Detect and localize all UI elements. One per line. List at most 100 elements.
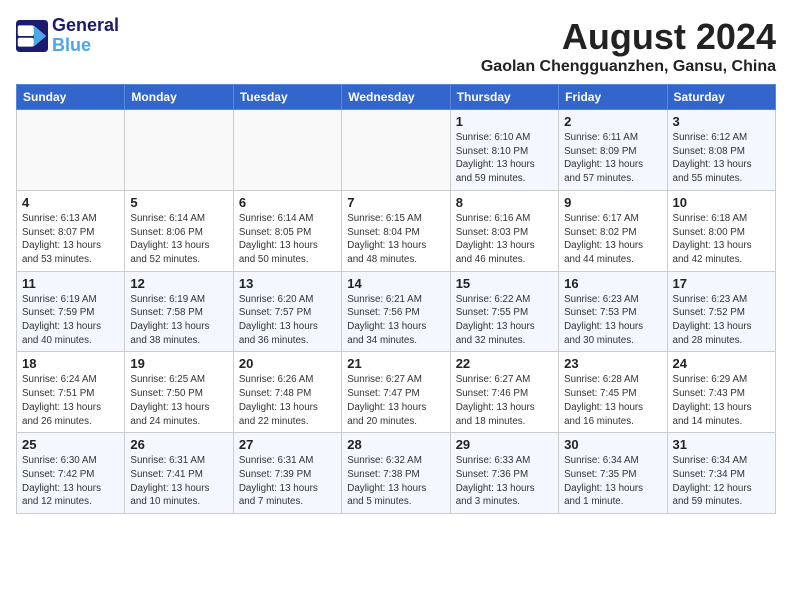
day-of-week-friday: Friday: [559, 85, 667, 110]
day-of-week-wednesday: Wednesday: [342, 85, 450, 110]
day-number: 1: [456, 114, 553, 129]
logo-line1: General: [52, 16, 119, 36]
calendar-cell: 27 Sunrise: 6:31 AM Sunset: 7:39 PM Dayli…: [233, 433, 341, 514]
day-detail: Sunrise: 6:23 AM Sunset: 7:52 PM Dayligh…: [673, 293, 770, 348]
day-detail: Sunrise: 6:27 AM Sunset: 7:46 PM Dayligh…: [456, 373, 553, 428]
day-detail: Sunrise: 6:19 AM Sunset: 7:58 PM Dayligh…: [130, 293, 227, 348]
day-detail: Sunrise: 6:32 AM Sunset: 7:38 PM Dayligh…: [347, 454, 444, 509]
week-row-4: 18 Sunrise: 6:24 AM Sunset: 7:51 PM Dayli…: [17, 352, 776, 433]
day-number: 13: [239, 276, 336, 291]
day-number: 12: [130, 276, 227, 291]
day-number: 24: [673, 356, 770, 371]
day-number: 3: [673, 114, 770, 129]
calendar-table: SundayMondayTuesdayWednesdayThursdayFrid…: [16, 84, 776, 514]
day-detail: Sunrise: 6:24 AM Sunset: 7:51 PM Dayligh…: [22, 373, 119, 428]
day-number: 28: [347, 437, 444, 452]
day-number: 26: [130, 437, 227, 452]
calendar-cell: 31 Sunrise: 6:34 AM Sunset: 7:34 PM Dayli…: [667, 433, 775, 514]
day-number: 17: [673, 276, 770, 291]
day-number: 6: [239, 195, 336, 210]
day-of-week-thursday: Thursday: [450, 85, 558, 110]
day-detail: Sunrise: 6:29 AM Sunset: 7:43 PM Dayligh…: [673, 373, 770, 428]
day-detail: Sunrise: 6:31 AM Sunset: 7:41 PM Dayligh…: [130, 454, 227, 509]
calendar-cell: 9Sunrise: 6:17 AM Sunset: 8:02 PM Daylig…: [559, 190, 667, 271]
day-detail: Sunrise: 6:34 AM Sunset: 7:34 PM Dayligh…: [673, 454, 770, 509]
day-detail: Sunrise: 6:31 AM Sunset: 7:39 PM Dayligh…: [239, 454, 336, 509]
day-detail: Sunrise: 6:12 AM Sunset: 8:08 PM Dayligh…: [673, 131, 770, 186]
day-detail: Sunrise: 6:22 AM Sunset: 7:55 PM Dayligh…: [456, 293, 553, 348]
day-number: 22: [456, 356, 553, 371]
logo-line2: Blue: [52, 36, 119, 56]
day-number: 20: [239, 356, 336, 371]
day-detail: Sunrise: 6:10 AM Sunset: 8:10 PM Dayligh…: [456, 131, 553, 186]
week-row-1: 1 Sunrise: 6:10 AM Sunset: 8:10 PM Daylig…: [17, 110, 776, 191]
calendar-cell: 18 Sunrise: 6:24 AM Sunset: 7:51 PM Dayli…: [17, 352, 125, 433]
calendar-cell: 28 Sunrise: 6:32 AM Sunset: 7:38 PM Dayli…: [342, 433, 450, 514]
day-number: 29: [456, 437, 553, 452]
logo-text: General Blue: [52, 16, 119, 56]
calendar-cell: 13Sunrise: 6:20 AM Sunset: 7:57 PM Dayli…: [233, 271, 341, 352]
calendar-cell: 22 Sunrise: 6:27 AM Sunset: 7:46 PM Dayli…: [450, 352, 558, 433]
day-number: 15: [456, 276, 553, 291]
calendar-cell: [17, 110, 125, 191]
calendar-cell: [342, 110, 450, 191]
week-row-2: 4Sunrise: 6:13 AM Sunset: 8:07 PM Daylig…: [17, 190, 776, 271]
calendar-cell: 25Sunrise: 6:30 AM Sunset: 7:42 PM Dayli…: [17, 433, 125, 514]
month-title: August 2024: [481, 16, 776, 58]
calendar-cell: 23 Sunrise: 6:28 AM Sunset: 7:45 PM Dayli…: [559, 352, 667, 433]
day-number: 16: [564, 276, 661, 291]
day-number: 31: [673, 437, 770, 452]
calendar-cell: 5 Sunrise: 6:14 AM Sunset: 8:06 PM Daylig…: [125, 190, 233, 271]
calendar-cell: 10Sunrise: 6:18 AM Sunset: 8:00 PM Dayli…: [667, 190, 775, 271]
calendar-cell: 14 Sunrise: 6:21 AM Sunset: 7:56 PM Dayli…: [342, 271, 450, 352]
day-detail: Sunrise: 6:33 AM Sunset: 7:36 PM Dayligh…: [456, 454, 553, 509]
day-number: 19: [130, 356, 227, 371]
calendar-cell: 7Sunrise: 6:15 AM Sunset: 8:04 PM Daylig…: [342, 190, 450, 271]
day-number: 25: [22, 437, 119, 452]
calendar-body: 1 Sunrise: 6:10 AM Sunset: 8:10 PM Daylig…: [17, 110, 776, 514]
day-detail: Sunrise: 6:23 AM Sunset: 7:53 PM Dayligh…: [564, 293, 661, 348]
calendar-cell: 6 Sunrise: 6:14 AM Sunset: 8:05 PM Daylig…: [233, 190, 341, 271]
calendar-cell: 11 Sunrise: 6:19 AM Sunset: 7:59 PM Dayli…: [17, 271, 125, 352]
day-detail: Sunrise: 6:34 AM Sunset: 7:35 PM Dayligh…: [564, 454, 661, 509]
day-detail: Sunrise: 6:27 AM Sunset: 7:47 PM Dayligh…: [347, 373, 444, 428]
calendar-cell: 15 Sunrise: 6:22 AM Sunset: 7:55 PM Dayli…: [450, 271, 558, 352]
week-row-3: 11 Sunrise: 6:19 AM Sunset: 7:59 PM Dayli…: [17, 271, 776, 352]
day-detail: Sunrise: 6:14 AM Sunset: 8:06 PM Dayligh…: [130, 212, 227, 267]
calendar-cell: 16 Sunrise: 6:23 AM Sunset: 7:53 PM Dayli…: [559, 271, 667, 352]
calendar-cell: 2 Sunrise: 6:11 AM Sunset: 8:09 PM Daylig…: [559, 110, 667, 191]
calendar-cell: 12 Sunrise: 6:19 AM Sunset: 7:58 PM Dayli…: [125, 271, 233, 352]
title-area: August 2024 Gaolan Chengguanzhen, Gansu,…: [481, 16, 776, 76]
calendar-cell: 29 Sunrise: 6:33 AM Sunset: 7:36 PM Dayli…: [450, 433, 558, 514]
day-detail: Sunrise: 6:13 AM Sunset: 8:07 PM Dayligh…: [22, 212, 119, 267]
day-detail: Sunrise: 6:28 AM Sunset: 7:45 PM Dayligh…: [564, 373, 661, 428]
day-number: 10: [673, 195, 770, 210]
day-number: 11: [22, 276, 119, 291]
day-detail: Sunrise: 6:25 AM Sunset: 7:50 PM Dayligh…: [130, 373, 227, 428]
day-detail: Sunrise: 6:26 AM Sunset: 7:48 PM Dayligh…: [239, 373, 336, 428]
day-of-week-monday: Monday: [125, 85, 233, 110]
day-number: 30: [564, 437, 661, 452]
day-number: 23: [564, 356, 661, 371]
calendar-cell: 3 Sunrise: 6:12 AM Sunset: 8:08 PM Daylig…: [667, 110, 775, 191]
calendar-cell: 17 Sunrise: 6:23 AM Sunset: 7:52 PM Dayli…: [667, 271, 775, 352]
calendar-cell: 8Sunrise: 6:16 AM Sunset: 8:03 PM Daylig…: [450, 190, 558, 271]
day-number: 14: [347, 276, 444, 291]
day-number: 5: [130, 195, 227, 210]
calendar-cell: 21Sunrise: 6:27 AM Sunset: 7:47 PM Dayli…: [342, 352, 450, 433]
day-detail: Sunrise: 6:19 AM Sunset: 7:59 PM Dayligh…: [22, 293, 119, 348]
logo: General Blue: [16, 16, 119, 56]
day-number: 18: [22, 356, 119, 371]
day-detail: Sunrise: 6:16 AM Sunset: 8:03 PM Dayligh…: [456, 212, 553, 267]
day-number: 2: [564, 114, 661, 129]
day-detail: Sunrise: 6:11 AM Sunset: 8:09 PM Dayligh…: [564, 131, 661, 186]
week-row-5: 25Sunrise: 6:30 AM Sunset: 7:42 PM Dayli…: [17, 433, 776, 514]
calendar-cell: 4Sunrise: 6:13 AM Sunset: 8:07 PM Daylig…: [17, 190, 125, 271]
calendar-cell: 26 Sunrise: 6:31 AM Sunset: 7:41 PM Dayli…: [125, 433, 233, 514]
day-detail: Sunrise: 6:21 AM Sunset: 7:56 PM Dayligh…: [347, 293, 444, 348]
day-of-week-tuesday: Tuesday: [233, 85, 341, 110]
day-detail: Sunrise: 6:14 AM Sunset: 8:05 PM Dayligh…: [239, 212, 336, 267]
calendar-cell: [125, 110, 233, 191]
day-number: 27: [239, 437, 336, 452]
day-of-week-saturday: Saturday: [667, 85, 775, 110]
